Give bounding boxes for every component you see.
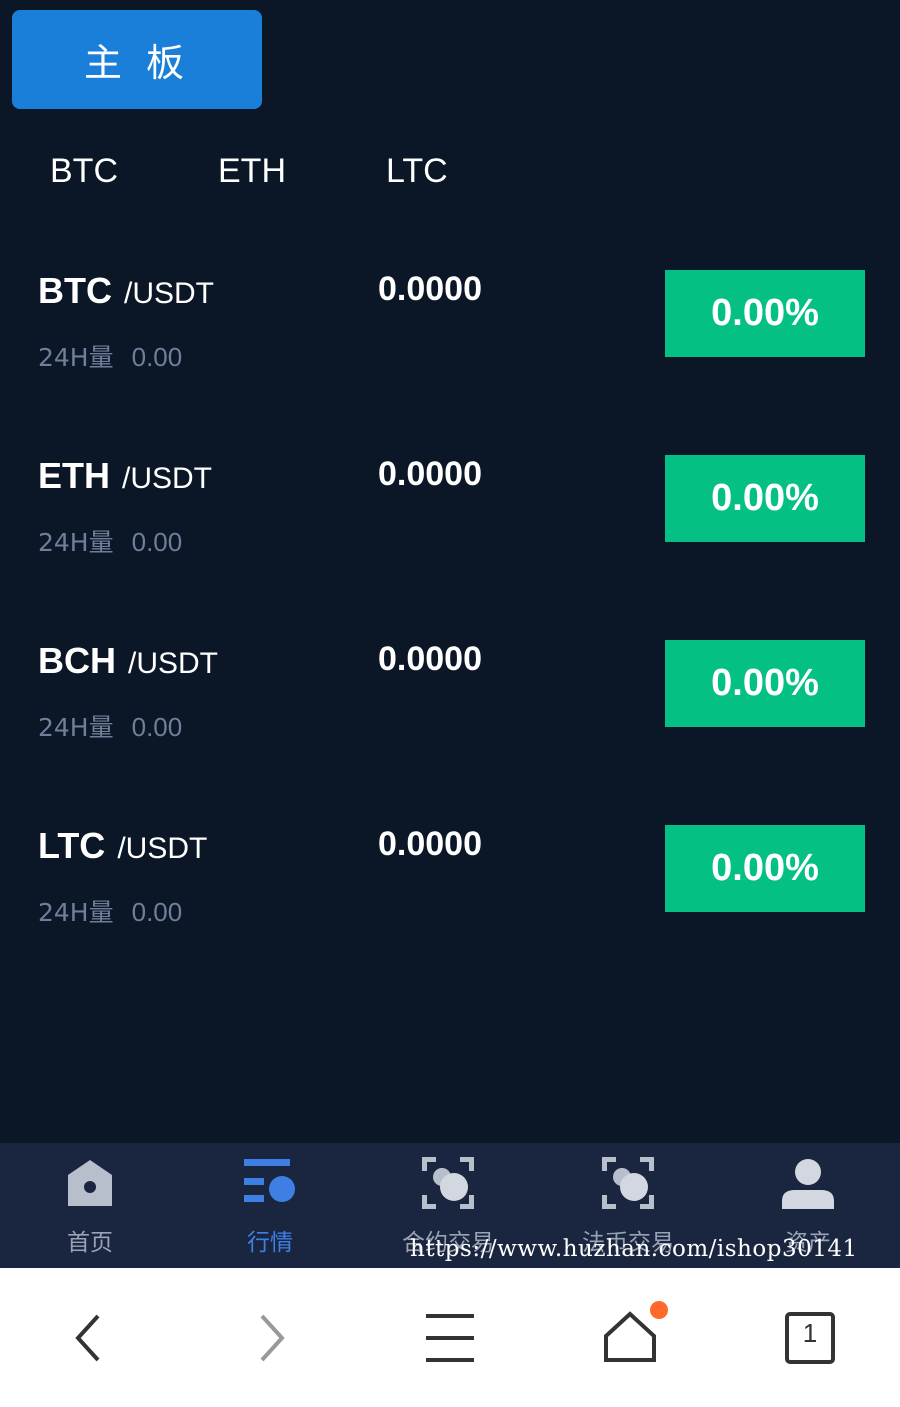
market-row-ltc[interactable]: LTC/USDT 24H量 0.00 0.0000 0.00%: [0, 825, 900, 1010]
volume-label: 24H量: [38, 898, 114, 927]
quote-currency: /USDT: [128, 647, 218, 680]
notification-dot-icon: [650, 1301, 668, 1319]
quote-currency: /USDT: [122, 462, 212, 495]
tabs-button[interactable]: 1: [780, 1308, 840, 1368]
tabbar-label: 行情: [247, 1230, 293, 1256]
market-row-eth[interactable]: ETH/USDT 24H量 0.00 0.0000 0.00%: [0, 455, 900, 640]
base-currency: BTC: [38, 270, 112, 311]
bottom-tabbar: 首页 行情 合约交易 法币交易 资产: [0, 1143, 900, 1268]
market-row-btc[interactable]: BTC/USDT 24H量 0.00 0.0000 0.00%: [0, 270, 900, 455]
tabbar-label: 首页: [67, 1230, 113, 1256]
trading-pair: ETH/USDT: [38, 455, 212, 497]
tabbar-item-contract-trade[interactable]: 合约交易: [358, 1143, 538, 1268]
home-icon: [68, 1160, 112, 1206]
volume-24h: 24H量 0.00: [38, 708, 182, 744]
base-currency: ETH: [38, 455, 110, 496]
change-badge[interactable]: 0.00%: [665, 455, 865, 542]
back-icon: [75, 1314, 100, 1362]
volume-value: 0.00: [131, 527, 183, 557]
change-badge[interactable]: 0.00%: [665, 825, 865, 912]
base-currency: BCH: [38, 640, 116, 681]
tabbar-item-market[interactable]: 行情: [180, 1143, 360, 1268]
tab-eth[interactable]: ETH: [218, 152, 286, 191]
trading-pair: LTC/USDT: [38, 825, 207, 867]
volume-value: 0.00: [131, 342, 183, 372]
forward-button[interactable]: [240, 1308, 300, 1368]
quote-currency: /USDT: [124, 277, 214, 310]
trading-pair: BCH/USDT: [38, 640, 218, 682]
tab-count: 1: [802, 1318, 818, 1348]
volume-24h: 24H量 0.00: [38, 338, 182, 374]
quote-currency: /USDT: [117, 832, 208, 865]
volume-value: 0.00: [131, 712, 183, 742]
volume-label: 24H量: [38, 343, 114, 372]
tabbar-label: 合约交易: [402, 1230, 494, 1256]
volume-24h: 24H量 0.00: [38, 523, 182, 559]
browser-toolbar: 1: [0, 1268, 900, 1407]
trading-pair: BTC/USDT: [38, 270, 214, 312]
last-price: 0.0000: [378, 640, 482, 678]
menu-icon: [426, 1314, 474, 1362]
volume-label: 24H量: [38, 528, 114, 557]
volume-24h: 24H量 0.00: [38, 893, 182, 929]
volume-value: 0.00: [131, 897, 183, 927]
menu-button[interactable]: [420, 1308, 480, 1368]
forward-icon: [260, 1314, 285, 1362]
last-price: 0.0000: [378, 270, 482, 308]
tabbar-item-home[interactable]: 首页: [0, 1143, 180, 1268]
change-badge[interactable]: 0.00%: [665, 270, 865, 357]
base-currency: LTC: [38, 825, 106, 866]
market-icon: [244, 1159, 295, 1202]
volume-label: 24H量: [38, 713, 114, 742]
tab-btc[interactable]: BTC: [50, 152, 118, 191]
last-price: 0.0000: [378, 825, 482, 863]
tab-ltc[interactable]: LTC: [386, 152, 448, 191]
fiat-trade-icon: [602, 1157, 654, 1209]
last-price: 0.0000: [378, 455, 482, 493]
market-row-bch[interactable]: BCH/USDT 24H量 0.00 0.0000 0.00%: [0, 640, 900, 825]
tabbar-label: 法币交易: [582, 1230, 674, 1256]
tabbar-item-fiat-trade[interactable]: 法币交易: [538, 1143, 718, 1268]
browser-home-button[interactable]: [600, 1301, 668, 1368]
tabbar-item-assets[interactable]: 资产: [718, 1143, 898, 1268]
tabbar-label: 资产: [785, 1230, 831, 1256]
back-button[interactable]: [60, 1308, 120, 1368]
change-badge[interactable]: 0.00%: [665, 640, 865, 727]
contract-trade-icon: [422, 1157, 474, 1209]
main-board-button[interactable]: 主 板: [12, 10, 262, 109]
user-icon: [782, 1159, 834, 1209]
coin-tabs: BTC ETH LTC: [0, 152, 900, 202]
